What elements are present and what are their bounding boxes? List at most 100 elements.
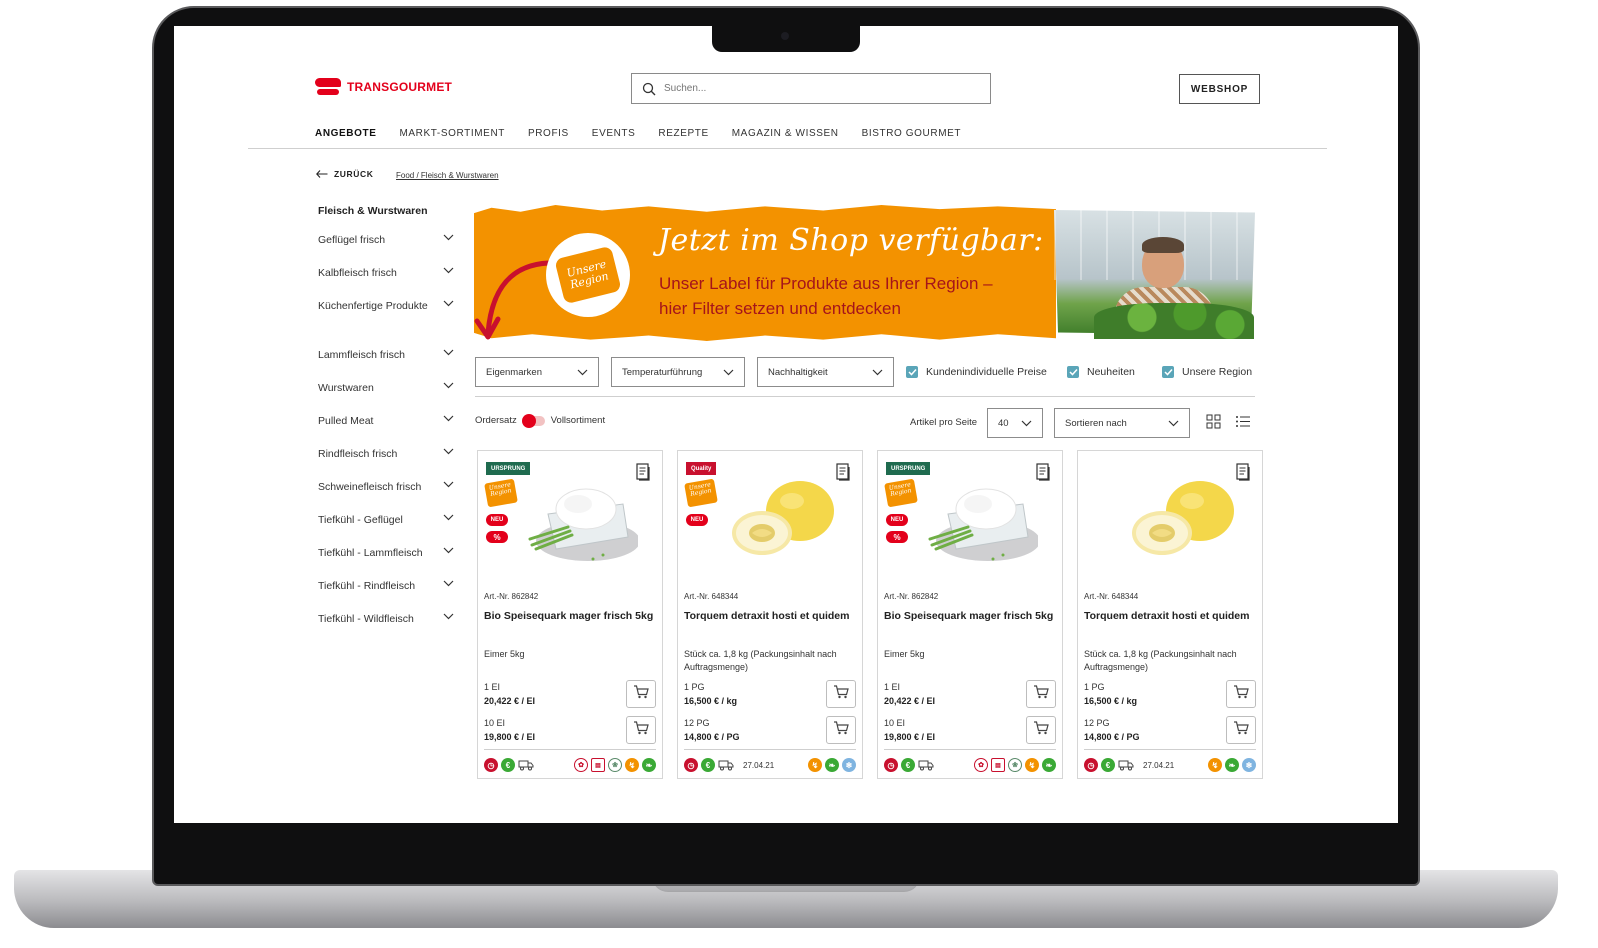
add-to-cart-button[interactable] [626,716,656,744]
price-1: 20,422 € / EI [484,696,536,706]
checkbox-checked-icon[interactable] [906,366,918,378]
product-card[interactable]: Art.-Nr. 648344 Torquem detraxit hosti et… [1077,450,1263,779]
promo-banner[interactable]: Unsere Region Jetzt im Shop verfügbar: U… [474,205,1255,341]
sidebar-item[interactable]: Rindfleisch frisch [318,446,454,462]
product-description: Stück ca. 1,8 kg (Packungsinhalt nach Au… [1084,649,1237,673]
filter-nachhaltigkeit[interactable]: Nachhaltigkeit [757,357,894,387]
datasheet-icon[interactable] [836,463,852,486]
filter-label: Nachhaltigkeit [768,366,828,378]
chevron-down-icon[interactable] [443,448,454,455]
checkbox-checked-icon[interactable] [1162,366,1174,378]
add-to-cart-button[interactable] [1226,716,1256,744]
nav-item-magazin[interactable]: MAGAZIN & WISSEN [732,128,839,139]
sort-select[interactable]: Sortieren nach [1054,408,1190,438]
filter-temperatur[interactable]: Temperaturführung [611,357,745,387]
sidebar-item[interactable]: Tiefkühl - Geflügel [318,512,454,528]
chevron-down-icon[interactable] [443,580,454,587]
grid-view-icon[interactable] [1206,414,1221,429]
datasheet-icon[interactable] [1236,463,1252,486]
list-view-icon[interactable] [1235,414,1251,429]
price-1: 20,422 € / EI [884,696,936,706]
datasheet-icon[interactable] [1036,463,1052,486]
toggle-left-label: Ordersatz [475,415,517,426]
webshop-button[interactable]: WEBSHOP [1179,74,1260,104]
search-bar[interactable] [631,73,991,104]
product-image[interactable] [1128,469,1238,569]
product-image[interactable] [528,469,640,569]
breadcrumb[interactable]: Food / Fleisch & Wurstwaren [396,171,499,180]
product-card[interactable]: Quality Unsere Region NEU Art.-Nr. 648344 To… [677,450,863,779]
chevron-down-icon[interactable] [443,547,454,554]
chevron-down-icon[interactable] [443,514,454,521]
chevron-down-icon[interactable] [443,481,454,488]
nav-item-bistro[interactable]: BISTRO GOURMET [862,128,962,139]
product-name[interactable]: Torquem detraxit hosti et quidem [1084,609,1254,625]
checkbox-kundenpreise[interactable]: Kundenindividuelle Preise [906,366,1047,378]
chevron-down-icon[interactable] [443,382,454,389]
sidebar-item[interactable]: Kalbfleisch frisch [318,265,454,281]
checkbox-unsere-region[interactable]: Unsere Region [1162,366,1252,378]
price-2: 14,800 € / PG [684,732,740,742]
product-card[interactable]: URSPRUNG Unsere Region NEU% Art.-Nr. 862842… [877,450,1063,779]
unit-1: 1 PG [1084,682,1105,692]
chevron-down-icon[interactable] [443,349,454,356]
add-to-cart-button[interactable] [826,680,856,708]
product-name[interactable]: Bio Speisequark mager frisch 5kg [884,609,1054,625]
sidebar-item[interactable]: Küchenfertige Produkte [318,298,454,314]
clock-icon: ◷ [484,758,498,772]
sidebar-item[interactable]: Schweinefleisch frisch [318,479,454,495]
per-page-select[interactable]: 40 [987,408,1043,438]
chevron-down-icon[interactable] [443,415,454,422]
add-to-cart-button[interactable] [626,680,656,708]
sidebar-item[interactable]: Lammfleisch frisch [318,347,454,363]
sidebar-item[interactable]: Pulled Meat [318,413,454,429]
sidebar-item-label: Rindfleisch frisch [318,448,398,460]
brand-logo[interactable]: TRANSGOURMET [315,78,452,96]
banner-subtitle-line1: Unser Label für Produkte aus Ihrer Regio… [659,274,993,293]
article-number: Art.-Nr. 648344 [684,592,739,601]
product-card[interactable]: URSPRUNG Unsere Region NEU% Art.-Nr. 862842… [477,450,663,779]
region-badge: Unsere Region [884,478,918,508]
add-to-cart-button[interactable] [1226,680,1256,708]
brand-tag: URSPRUNG [886,462,931,475]
chevron-down-icon[interactable] [443,267,454,274]
product-image[interactable] [928,469,1040,569]
leaf-icon: ❧ [1042,758,1056,772]
article-number: Art.-Nr. 648344 [1084,592,1139,601]
product-name[interactable]: Torquem detraxit hosti et quidem [684,609,854,625]
discount-badge: % [486,531,508,543]
product-description: Eimer 5kg [484,649,525,659]
chevron-down-icon[interactable] [443,300,454,307]
nav-item-angebote[interactable]: ANGEBOTE [315,128,376,139]
certification-icons: ↯ ❧ ❄ [808,758,856,772]
sidebar-item[interactable]: Tiefkühl - Wildfleisch [318,611,454,627]
add-to-cart-button[interactable] [1026,716,1056,744]
sidebar-item[interactable]: Tiefkühl - Lammfleisch [318,545,454,561]
per-page-value: 40 [998,417,1009,429]
nav-item-rezepte[interactable]: REZEPTE [658,128,708,139]
chevron-down-icon[interactable] [443,613,454,620]
unit-1: 1 EI [484,682,501,692]
sidebar-item[interactable]: Tiefkühl - Rindfleisch [318,578,454,594]
add-to-cart-button[interactable] [826,716,856,744]
nav-item-markt-sortiment[interactable]: MARKT-SORTIMENT [399,128,504,139]
sidebar-item[interactable]: Geflügel frisch [318,232,454,248]
search-input[interactable] [664,83,964,94]
truck-icon [1118,760,1134,771]
checkbox-checked-icon[interactable] [1067,366,1079,378]
region-badge: Unsere Region [546,233,630,317]
add-to-cart-button[interactable] [1026,680,1056,708]
price-2: 14,800 € / PG [1084,732,1140,742]
nav-item-events[interactable]: EVENTS [592,128,636,139]
product-name[interactable]: Bio Speisequark mager frisch 5kg [484,609,654,625]
filter-eigenmarken[interactable]: Eigenmarken [475,357,599,387]
assortment-switch[interactable] [521,413,545,428]
nav-item-profis[interactable]: PROFIS [528,128,569,139]
basil-plants [1094,303,1254,339]
checkbox-neuheiten[interactable]: Neuheiten [1067,366,1135,378]
sidebar-item[interactable]: Wurstwaren [318,380,454,396]
datasheet-icon[interactable] [636,463,652,486]
product-image[interactable] [728,469,838,569]
chevron-down-icon[interactable] [443,234,454,241]
back-link[interactable]: ZURÜCK [316,169,373,179]
